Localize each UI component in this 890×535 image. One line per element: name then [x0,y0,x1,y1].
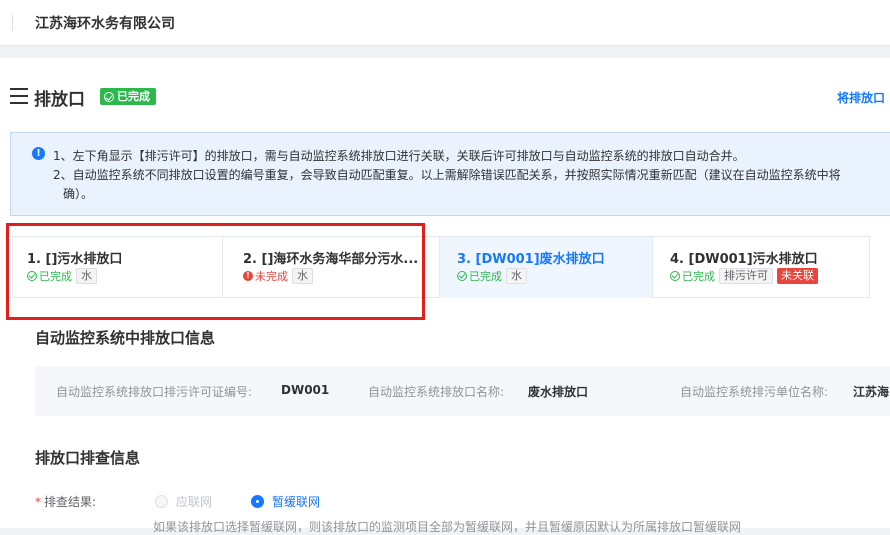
outlet-name-value: 废水排放口 [528,385,589,399]
top-bar: 江苏海环水务有限公司 [0,0,890,46]
type-tag: 水 [506,268,527,284]
check-circle-icon [104,91,114,102]
tab-title: 3. [DW001]废水排放口 [457,252,605,267]
menu-icon[interactable] [10,88,28,104]
notice-line-1: 1、左下角显示【排污许可】的排放口，需与自动监控系统排放口进行关联，关联后许可排… [53,149,745,163]
info-icon: ! [32,147,45,160]
radio-selected-icon [251,495,264,508]
tab-outlet-4[interactable]: 4. [DW001]污水排放口 已完成 排污许可 未关联 [652,236,870,298]
radio-online[interactable]: 应联网 [155,493,212,510]
notice-line-2: 2、自动监控系统不同排放口设置的编号重复，会导致自动匹配重复。以上需解除错误匹配… [53,168,841,182]
radio-defer-online[interactable]: 暂缓联网 [251,493,320,510]
status-badge: 已完成 [100,88,156,105]
notice-line-3: 确）。 [63,187,94,201]
tab-title: 2. []海环水务海华部分污水... [243,252,419,267]
tab-outlet-3[interactable]: 3. [DW001]废水排放口 已完成 水 [439,236,653,298]
permit-number-value: DW001 [281,383,330,397]
check-circle-icon [670,271,680,281]
auto-section-title: 自动监控系统中排放口信息 [35,329,216,347]
tab-outlet-2[interactable]: 2. []海环水务海华部分污水... ! 未完成 水 [222,236,440,298]
auto-info-bar: 自动监控系统排放口排污许可证编号: DW001 自动监控系统排放口名称: 废水排… [35,366,890,416]
unlinked-tag: 未关联 [777,268,818,284]
check-circle-icon [27,271,37,281]
tab-status: ! 未完成 水 [243,268,313,284]
unit-name-label: 自动监控系统排污单位名称: [680,385,829,399]
tab-status: 已完成 水 [457,268,527,284]
check-section-title: 排放口排查信息 [35,449,141,467]
check-circle-icon [457,271,467,281]
type-tag: 水 [292,268,313,284]
check-result-label: * 排查结果: [35,495,97,509]
tab-title: 1. []污水排放口 [27,252,123,267]
defer-hint-text: 如果该排放口选择暂缓联网，则该排放口的监测项目全部为暂缓联网，并且暂缓原因默认为… [153,520,742,534]
outlet-action-link[interactable]: 将排放口 [837,89,885,106]
info-notice: ! 1、左下角显示【排污许可】的排放口，需与自动监控系统排放口进行关联，关联后许… [10,132,890,216]
tab-status: 已完成 排污许可 未关联 [670,268,818,284]
outlet-name-label: 自动监控系统排放口名称: [368,385,505,399]
type-tag: 水 [76,268,97,284]
tab-status: 已完成 水 [27,268,97,284]
error-circle-icon: ! [243,271,253,281]
tab-outlet-1[interactable]: 1. []污水排放口 已完成 水 [12,236,223,298]
company-name: 江苏海环水务有限公司 [35,16,175,32]
required-mark: * [35,495,41,509]
tab-title: 4. [DW001]污水排放口 [670,252,818,267]
permit-number-label: 自动监控系统排放口排污许可证编号: [56,385,253,399]
outlet-tabs: 1. []污水排放口 已完成 水 2. []海环水务海华部分污水... ! 未完成… [12,236,890,298]
radio-circle-icon [155,495,168,508]
permit-tag: 排污许可 [719,268,773,284]
page-title: 排放口 [34,90,85,110]
topbar-divider [12,15,13,31]
unit-name-value: 江苏海 [853,385,890,399]
